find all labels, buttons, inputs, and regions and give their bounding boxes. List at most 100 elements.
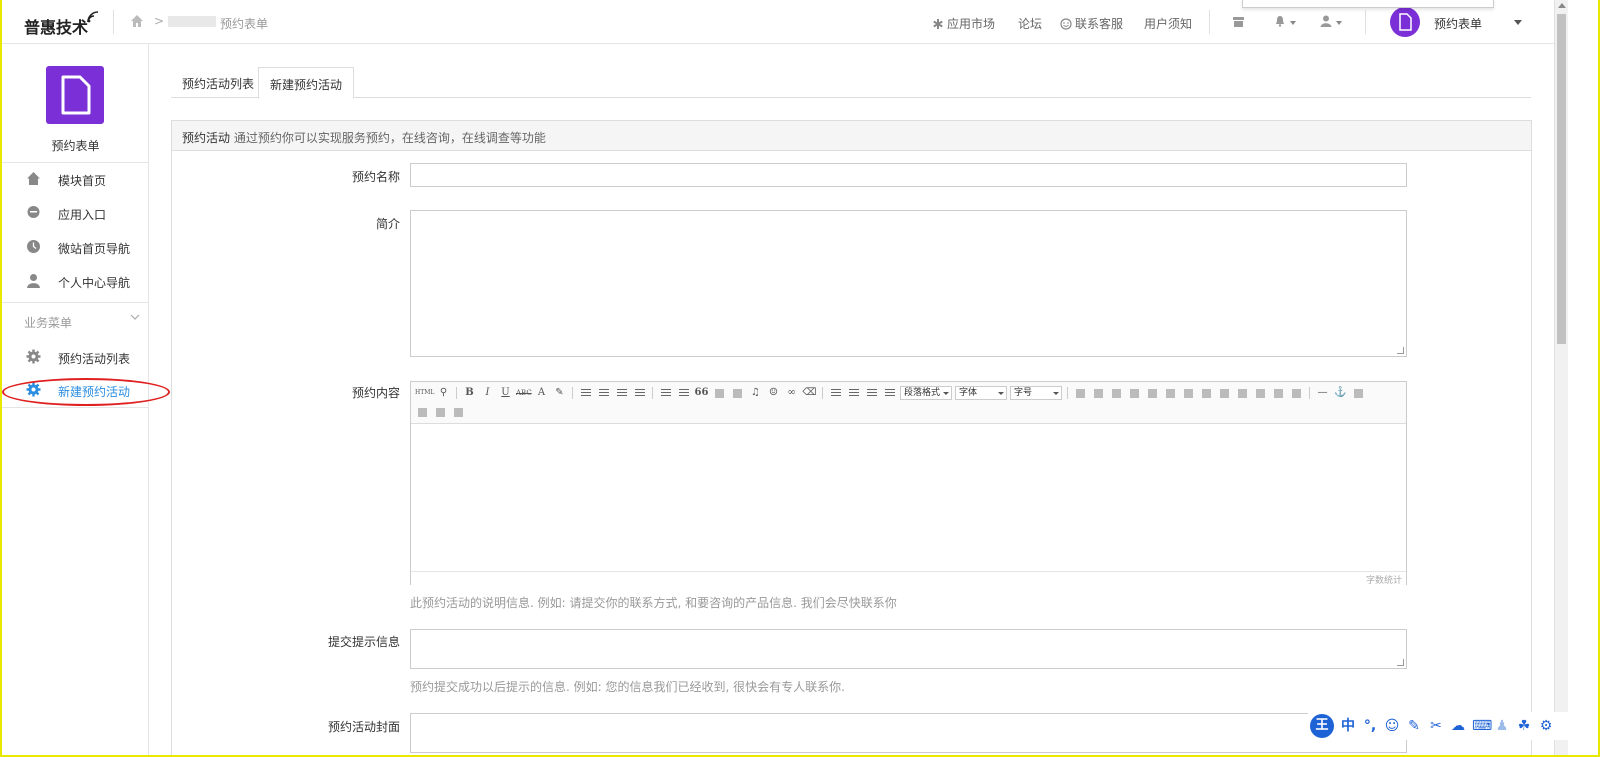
pen-icon[interactable]: ✎: [1406, 717, 1422, 735]
emoji-icon[interactable]: ☺: [1384, 717, 1400, 735]
word-count[interactable]: 字数统计: [1366, 573, 1402, 586]
cover-upload-field[interactable]: [410, 713, 1407, 753]
emoji-icon[interactable]: ☺: [766, 386, 781, 400]
editor-body[interactable]: [411, 424, 1406, 571]
scrollbar-thumb[interactable]: [1557, 14, 1566, 344]
skin-icon[interactable]: ☘: [1516, 717, 1532, 735]
template-icon[interactable]: [451, 405, 466, 419]
sidebar-item-site-home-nav[interactable]: 微站首页导航: [2, 233, 148, 261]
insert-row-above-icon[interactable]: [1091, 386, 1106, 400]
divider: [113, 10, 114, 34]
tab-bar: 预约活动列表 新建预约活动: [171, 67, 1531, 99]
insert-row-below-icon[interactable]: [1109, 386, 1124, 400]
indent-icon[interactable]: [882, 386, 897, 400]
font-size-select[interactable]: 字号: [1010, 386, 1062, 400]
punctuation-icon[interactable]: °,: [1362, 717, 1378, 735]
breadcrumb-current[interactable]: 预约表单: [220, 15, 268, 32]
smile-icon: [1060, 18, 1072, 30]
delete-col-icon[interactable]: [1181, 386, 1196, 400]
nav-user-notice[interactable]: 用户须知: [1144, 15, 1192, 32]
underline-button[interactable]: U: [498, 386, 513, 400]
print-icon[interactable]: [433, 405, 448, 419]
fullscreen-icon[interactable]: [1351, 386, 1366, 400]
tab-new-booking[interactable]: 新建预约活动: [258, 67, 355, 99]
nav-app-market[interactable]: 应用市场: [932, 15, 995, 32]
table-icon[interactable]: [1073, 386, 1088, 400]
nav-forum[interactable]: 论坛: [1018, 15, 1042, 32]
html-source-button[interactable]: HTML: [415, 386, 434, 400]
preview-icon[interactable]: [415, 405, 430, 419]
sidebar-item-module-home[interactable]: 模块首页: [2, 165, 148, 193]
sidebar-item-personal-center-nav[interactable]: 个人中心导航: [2, 267, 148, 295]
align-right-icon[interactable]: [614, 386, 629, 400]
anchor-icon[interactable]: ⚓: [1333, 386, 1348, 400]
paragraph-format-select[interactable]: 段落格式: [900, 386, 952, 400]
resize-handle[interactable]: [1397, 347, 1404, 354]
insert-col-right-icon[interactable]: [1163, 386, 1178, 400]
account-avatar[interactable]: [1390, 7, 1420, 37]
notification-menu[interactable]: [1274, 15, 1296, 30]
align-justify-icon[interactable]: [632, 386, 647, 400]
music-icon[interactable]: ♫: [748, 386, 763, 400]
chevron-down-icon[interactable]: [1514, 20, 1522, 25]
chevron-down-icon: [1290, 21, 1296, 25]
ime-mode-toggle[interactable]: 中: [1340, 717, 1356, 735]
split-cols-icon[interactable]: [1289, 386, 1304, 400]
paragraph-spacing-icon[interactable]: [846, 386, 861, 400]
line-height-icon[interactable]: [864, 386, 879, 400]
scroll-up-icon[interactable]: [1558, 3, 1566, 8]
font-family-select[interactable]: 字体: [955, 386, 1007, 400]
intro-label: 简介: [375, 217, 400, 231]
account-name[interactable]: 预约表单: [1434, 15, 1482, 32]
nav-customer-service[interactable]: 联系客服: [1060, 15, 1123, 32]
user-menu[interactable]: [1320, 15, 1342, 30]
bold-button[interactable]: B: [462, 386, 477, 400]
business-menu-label[interactable]: 业务菜单: [24, 314, 72, 331]
link-icon[interactable]: ∞: [784, 386, 799, 400]
delete-row-icon[interactable]: [1127, 386, 1142, 400]
page-scrollbar[interactable]: [1554, 0, 1568, 755]
font-color-button[interactable]: A: [534, 386, 549, 400]
align-left-icon[interactable]: [578, 386, 593, 400]
store-icon[interactable]: [1232, 16, 1245, 28]
split-cells-icon[interactable]: [1253, 386, 1268, 400]
strikethrough-button[interactable]: ABC: [516, 386, 532, 400]
ime-toolbar: 王 中 °, ☺ ✎ ✂ ☁ ⌨ ♟ ☘ ⚙: [1308, 712, 1568, 740]
highlight-color-icon[interactable]: ✎: [552, 386, 567, 400]
italic-button[interactable]: I: [480, 386, 495, 400]
unordered-list-icon[interactable]: [676, 386, 691, 400]
ime-logo[interactable]: 王: [1310, 714, 1334, 738]
cloud-icon[interactable]: ☁: [1450, 717, 1466, 735]
chevron-down-icon[interactable]: [130, 312, 140, 322]
divider: [1067, 387, 1068, 399]
scissors-icon[interactable]: ✂: [1428, 717, 1444, 735]
resize-handle[interactable]: [1397, 659, 1404, 666]
insert-col-left-icon[interactable]: [1145, 386, 1160, 400]
ordered-list-icon[interactable]: [658, 386, 673, 400]
align-center-icon[interactable]: [596, 386, 611, 400]
image-icon[interactable]: [712, 386, 727, 400]
intro-textarea[interactable]: [410, 210, 1407, 357]
keyboard-icon[interactable]: ⌨: [1472, 717, 1492, 735]
blockquote-button[interactable]: 66: [694, 386, 709, 400]
content-help-text: 此预约活动的说明信息. 例如: 请提交你的联系方式, 和要咨询的产品信息. 我们…: [410, 596, 897, 610]
user-icon[interactable]: ♟: [1494, 717, 1510, 735]
logo[interactable]: 普惠技术: [24, 14, 88, 38]
merge-right-icon[interactable]: [1217, 386, 1232, 400]
merge-down-icon[interactable]: [1235, 386, 1250, 400]
sidebar-item-booking-list[interactable]: 预约活动列表: [2, 343, 148, 371]
sidebar-item-app-entry[interactable]: 应用入口: [2, 199, 148, 227]
search-icon[interactable]: ⚲: [436, 386, 451, 400]
gear-icon[interactable]: ⚙: [1538, 717, 1554, 735]
submit-tip-textarea[interactable]: [410, 629, 1407, 669]
eraser-icon[interactable]: ⌫: [802, 386, 817, 400]
horizontal-rule-icon[interactable]: —: [1315, 386, 1330, 400]
multi-image-icon[interactable]: [730, 386, 745, 400]
split-rows-icon[interactable]: [1271, 386, 1286, 400]
merge-cells-icon[interactable]: [1199, 386, 1214, 400]
dropdown-popup-edge: [1242, 0, 1494, 8]
row-spacing-icon[interactable]: [828, 386, 843, 400]
tab-booking-list[interactable]: 预约活动列表: [171, 67, 265, 98]
home-icon[interactable]: [130, 14, 144, 28]
name-input[interactable]: [410, 163, 1407, 187]
